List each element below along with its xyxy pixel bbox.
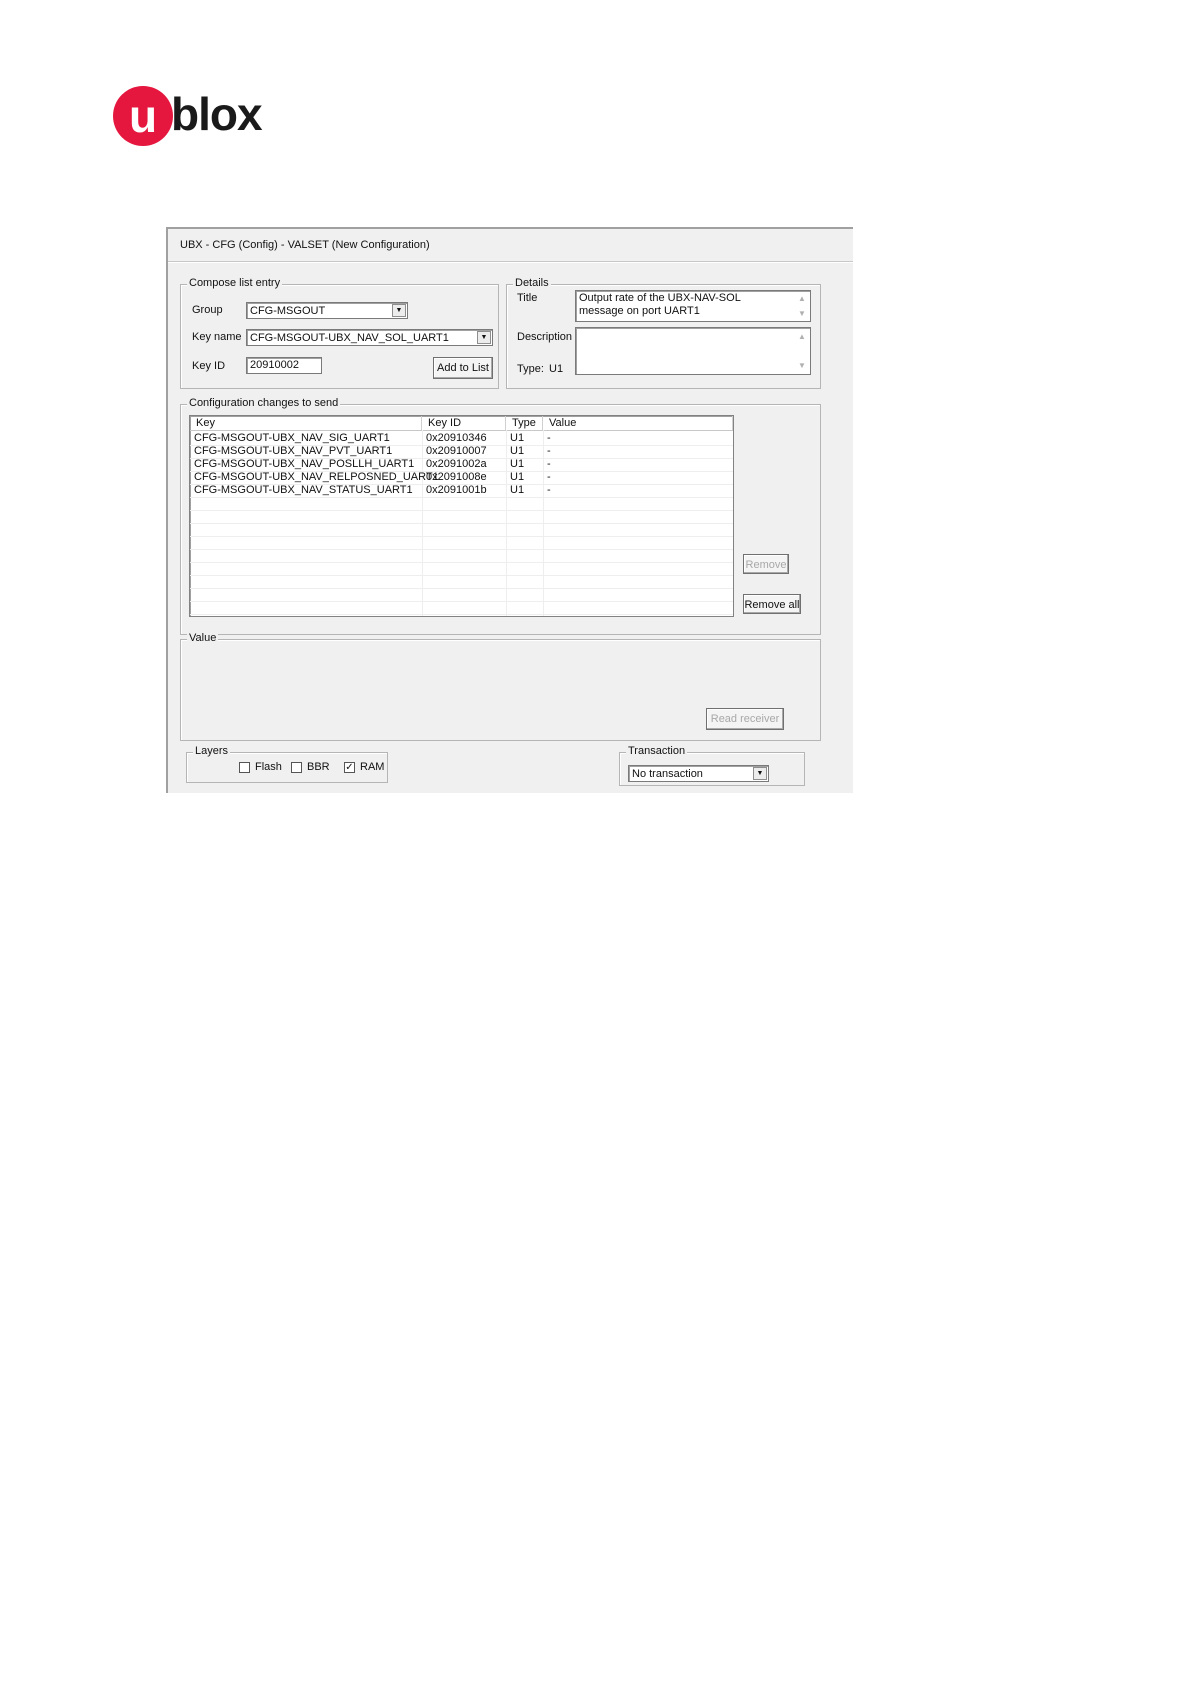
col-key[interactable]: Key	[190, 416, 422, 430]
cell-key: CFG-MSGOUT-UBX_NAV_RELPOSNED_UART1	[194, 471, 439, 483]
flash-checkbox[interactable]	[239, 762, 250, 773]
col-keyid[interactable]: Key ID	[422, 416, 506, 430]
title-label: Title	[517, 292, 538, 304]
cell-value: -	[547, 458, 551, 470]
keyname-combo[interactable]: CFG-MSGOUT-UBX_NAV_SOL_UART1 ▼	[246, 329, 493, 346]
compose-legend: Compose list entry	[187, 277, 283, 289]
empty-row[interactable]	[190, 510, 733, 524]
remove-all-button[interactable]: Remove all	[743, 594, 801, 614]
list-header: Key Key ID Type Value	[190, 416, 733, 431]
empty-row[interactable]	[190, 497, 733, 511]
cell-keyid: 0x20910007	[426, 445, 487, 457]
compose-group: Compose list entry Group CFG-MSGOUT ▼ Ke…	[180, 277, 499, 389]
col-value[interactable]: Value	[543, 416, 733, 430]
empty-row[interactable]	[190, 601, 733, 615]
empty-row[interactable]	[190, 523, 733, 537]
layers-group: Layers Flash BBR ✓ RAM	[186, 745, 388, 783]
cell-keyid: 0x2091008e	[426, 471, 487, 483]
ram-label[interactable]: RAM	[360, 761, 384, 773]
group-combo[interactable]: CFG-MSGOUT ▼	[246, 302, 408, 319]
transaction-combo-value: No transaction	[632, 768, 703, 780]
cell-value: -	[547, 471, 551, 483]
value-legend: Value	[187, 632, 219, 644]
col-type[interactable]: Type	[506, 416, 543, 430]
changes-list[interactable]: Key Key ID Type Value CFG-MSGOUT-UBX_NAV…	[189, 415, 734, 617]
scroll-down-icon: ▼	[798, 361, 806, 370]
table-row[interactable]: CFG-MSGOUT-UBX_NAV_POSLLH_UART1 0x2091002…	[190, 458, 733, 472]
cell-type: U1	[510, 471, 525, 483]
cell-type: U1	[510, 432, 525, 444]
read-receiver-button[interactable]: Read receiver	[706, 708, 784, 730]
type-value: U1	[549, 363, 564, 375]
empty-row[interactable]	[190, 549, 733, 563]
window-title: UBX - CFG (Config) - VALSET (New Configu…	[180, 239, 430, 251]
scroll-up-icon: ▲	[798, 332, 806, 341]
title-text: Output rate of the UBX-NAV-SOL message o…	[579, 292, 741, 317]
logo-u: u	[129, 90, 158, 142]
empty-row[interactable]	[190, 575, 733, 589]
title-textbox: Output rate of the UBX-NAV-SOL message o…	[575, 290, 811, 322]
cell-type: U1	[510, 445, 525, 457]
changes-legend: Configuration changes to send	[187, 397, 341, 409]
scroll-down-icon: ▼	[798, 309, 806, 318]
cell-value: -	[547, 432, 551, 444]
cell-keyid: 0x20910346	[426, 432, 487, 444]
cell-type: U1	[510, 484, 525, 496]
details-legend: Details	[513, 277, 551, 289]
transaction-group: Transaction No transaction ▼	[619, 745, 805, 786]
ublox-logo: u blox	[113, 86, 273, 146]
table-row[interactable]: CFG-MSGOUT-UBX_NAV_RELPOSNED_UART1 0x2091…	[190, 471, 733, 485]
table-row[interactable]: CFG-MSGOUT-UBX_NAV_PVT_UART1 0x20910007 U1…	[190, 445, 733, 459]
ram-checkbox[interactable]: ✓	[344, 762, 355, 773]
type-label: Type:	[517, 363, 544, 375]
table-row[interactable]: CFG-MSGOUT-UBX_NAV_SIG_UART1 0x20910346 U1…	[190, 432, 733, 446]
changes-group: Configuration changes to send Key Key ID…	[180, 397, 821, 635]
keyname-label: Key name	[192, 331, 242, 343]
keyid-input[interactable]: 20910002	[246, 357, 322, 374]
logo-blox: blox	[171, 88, 263, 140]
keyname-combo-value: CFG-MSGOUT-UBX_NAV_SOL_UART1	[250, 332, 449, 344]
add-to-list-button[interactable]: Add to List	[433, 357, 493, 379]
transaction-legend: Transaction	[626, 745, 688, 757]
transaction-combo[interactable]: No transaction ▼	[628, 765, 769, 782]
flash-label[interactable]: Flash	[255, 761, 282, 773]
cell-key: CFG-MSGOUT-UBX_NAV_STATUS_UART1	[194, 484, 413, 496]
cell-value: -	[547, 445, 551, 457]
empty-row[interactable]	[190, 588, 733, 602]
title-separator	[168, 261, 853, 263]
chevron-down-icon[interactable]: ▼	[477, 331, 491, 344]
scroll-up-icon: ▲	[798, 294, 806, 303]
cell-key: CFG-MSGOUT-UBX_NAV_POSLLH_UART1	[194, 458, 415, 470]
cell-keyid: 0x2091002a	[426, 458, 487, 470]
bbr-checkbox[interactable]	[291, 762, 302, 773]
cell-key: CFG-MSGOUT-UBX_NAV_SIG_UART1	[194, 432, 390, 444]
group-label: Group	[192, 304, 223, 316]
table-row[interactable]: CFG-MSGOUT-UBX_NAV_STATUS_UART1 0x2091001…	[190, 484, 733, 498]
cell-value: -	[547, 484, 551, 496]
layers-legend: Layers	[193, 745, 231, 757]
cell-type: U1	[510, 458, 525, 470]
chevron-down-icon[interactable]: ▼	[392, 304, 406, 317]
keyid-label: Key ID	[192, 360, 226, 372]
cell-keyid: 0x2091001b	[426, 484, 487, 496]
empty-row[interactable]	[190, 562, 733, 576]
bbr-label[interactable]: BBR	[307, 761, 330, 773]
cell-key: CFG-MSGOUT-UBX_NAV_PVT_UART1	[194, 445, 393, 457]
description-label: Description	[517, 331, 573, 343]
details-group: Details Title Output rate of the UBX-NAV…	[506, 277, 821, 389]
group-combo-value: CFG-MSGOUT	[250, 305, 326, 317]
remove-button[interactable]: Remove	[743, 554, 789, 574]
value-group: Value Read receiver	[180, 632, 821, 741]
description-textbox: ▲ ▼	[575, 327, 811, 375]
empty-row[interactable]	[190, 536, 733, 550]
chevron-down-icon[interactable]: ▼	[753, 767, 767, 780]
valset-window: UBX - CFG (Config) - VALSET (New Configu…	[166, 227, 853, 793]
